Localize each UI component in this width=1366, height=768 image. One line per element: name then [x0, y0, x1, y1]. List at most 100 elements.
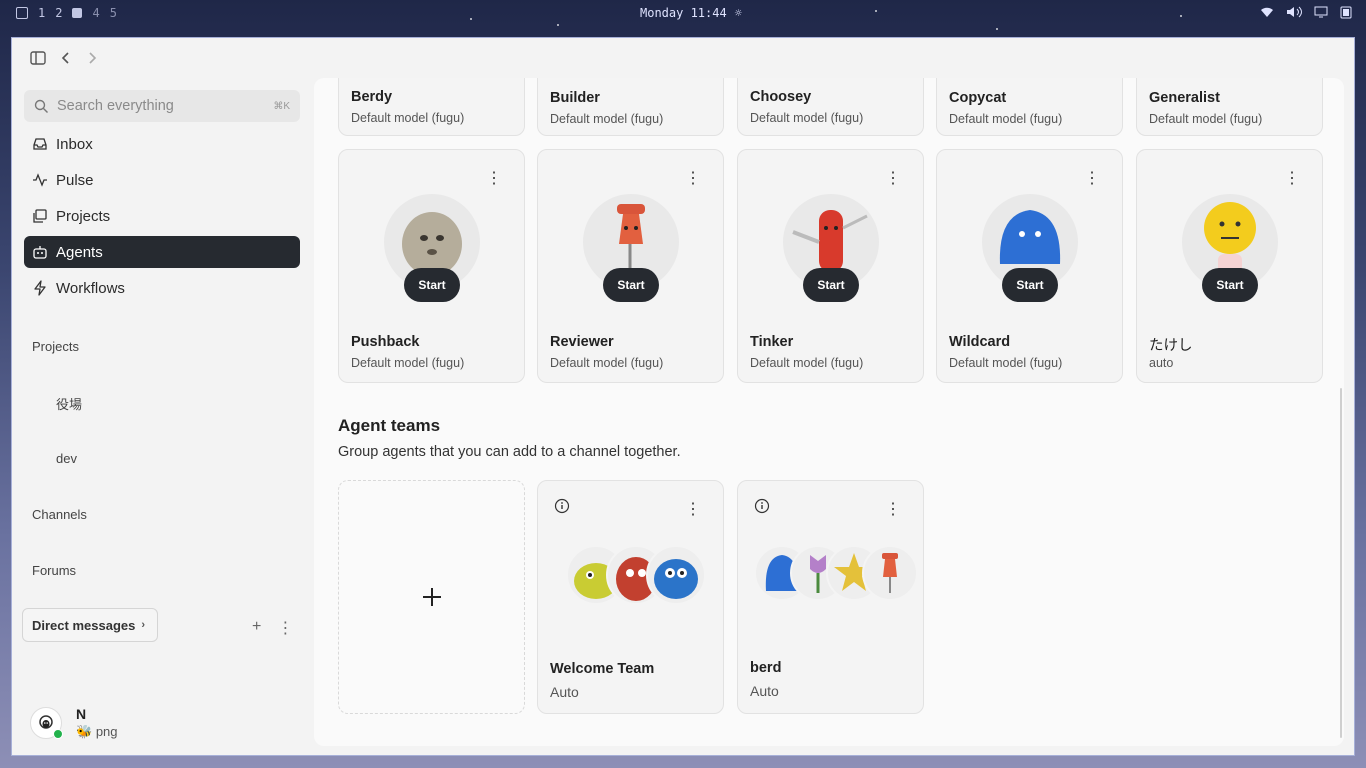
agent-name: Pushback	[351, 334, 420, 350]
workspace-2[interactable]: 2	[55, 6, 62, 20]
start-button[interactable]: Start	[803, 268, 859, 302]
more-vertical-icon[interactable]: ⋮	[277, 618, 293, 638]
agent-card-wildcard[interactable]: ⋮ Start Wildcard Default model (fugu)	[936, 149, 1123, 383]
more-vertical-icon[interactable]: ⋮	[1284, 168, 1300, 188]
agent-name: Reviewer	[550, 334, 614, 350]
agent-card-tinker[interactable]: ⋮ Start Tinker Default model (fugu)	[737, 149, 924, 383]
agent-card-builder[interactable]: Builder Default model (fugu)	[537, 78, 724, 136]
pulse-icon	[33, 173, 47, 187]
system-top-bar: 1 2 4 5 Monday 11:44 ☼	[0, 0, 1366, 26]
agent-name: Generalist	[1149, 90, 1220, 106]
workspace-1[interactable]: 1	[38, 6, 45, 20]
section-channels[interactable]: Channels	[32, 507, 87, 522]
agent-card-generalist[interactable]: Generalist Default model (fugu)	[1136, 78, 1323, 136]
workspace-5[interactable]: 5	[110, 6, 117, 20]
agent-card-copycat[interactable]: Copycat Default model (fugu)	[936, 78, 1123, 136]
plus-icon[interactable]: +	[252, 618, 261, 638]
app-window: Search everything ⌘K Inbox Pulse Project…	[11, 37, 1355, 756]
direct-messages-button[interactable]: Direct messages ›	[22, 608, 159, 642]
nav-agents-label: Agents	[56, 243, 103, 261]
back-icon[interactable]	[60, 51, 72, 65]
section-forums[interactable]: Forums	[32, 563, 76, 578]
start-button[interactable]: Start	[1202, 268, 1258, 302]
agent-card-berdy[interactable]: Berdy Default model (fugu)	[338, 78, 525, 136]
agent-card-pushback[interactable]: ⋮ Start Pushback Default model (fugu)	[338, 149, 525, 383]
agent-model: Default model (fugu)	[750, 111, 864, 125]
agent-name: Berdy	[351, 89, 393, 105]
pushpin-figure-icon	[882, 553, 898, 593]
agents-main-panel: Berdy Default model (fugu) Builder Defau…	[314, 78, 1344, 746]
agent-name: たけし	[1149, 338, 1193, 354]
user-status: 🐝 png	[76, 724, 118, 740]
more-vertical-icon[interactable]: ⋮	[486, 168, 502, 188]
more-vertical-icon[interactable]: ⋮	[1084, 168, 1100, 188]
bot-icon	[33, 246, 47, 259]
dm-actions: + ⋮	[252, 618, 293, 638]
start-button[interactable]: Start	[603, 268, 659, 302]
nav-inbox-label: Inbox	[56, 135, 93, 153]
more-vertical-icon[interactable]: ⋮	[685, 499, 701, 519]
clock-text: Monday 11:44	[640, 6, 727, 20]
more-vertical-icon[interactable]: ⋮	[885, 499, 901, 519]
start-button[interactable]: Start	[1002, 268, 1058, 302]
agent-model: Default model (fugu)	[550, 112, 664, 126]
scrollbar[interactable]	[1340, 388, 1342, 738]
agent-model: auto	[1149, 356, 1174, 370]
team-model: Auto	[550, 684, 579, 700]
search-shortcut: ⌘K	[273, 100, 290, 112]
user-status-text: png	[95, 724, 118, 739]
add-team-card[interactable]	[338, 480, 525, 714]
agent-name: Tinker	[750, 334, 794, 350]
search-input[interactable]: Search everything ⌘K	[24, 90, 300, 122]
agent-name: Builder	[550, 90, 600, 106]
main-nav: Inbox Pulse Projects Agents Workflows	[24, 128, 300, 308]
forward-icon[interactable]	[86, 51, 98, 65]
nav-pulse[interactable]: Pulse	[24, 164, 300, 196]
bee-icon: 🐝	[76, 724, 93, 739]
layout-icon[interactable]	[16, 7, 28, 19]
team-card-welcome[interactable]: ⋮ Welcome Team Auto	[537, 480, 724, 714]
avatar	[30, 707, 63, 739]
workspace-4[interactable]: 4	[92, 6, 99, 20]
display-icon[interactable]	[1314, 6, 1328, 18]
user-profile[interactable]: N 🐝 png	[30, 706, 118, 740]
nav-projects[interactable]: Projects	[24, 200, 300, 232]
more-vertical-icon[interactable]: ⋮	[885, 168, 901, 188]
project-item-dev[interactable]: dev	[56, 451, 77, 466]
info-icon[interactable]	[554, 498, 570, 514]
start-button[interactable]: Start	[404, 268, 460, 302]
agent-model: Default model (fugu)	[949, 356, 1063, 370]
wifi-icon[interactable]	[1260, 6, 1274, 18]
agent-name: Wildcard	[949, 334, 1011, 350]
blue-creature-icon	[654, 559, 698, 599]
online-status-dot	[53, 729, 63, 739]
team-model: Auto	[750, 683, 779, 699]
agent-name: Choosey	[750, 89, 812, 105]
agent-card-choosey[interactable]: Choosey Default model (fugu)	[737, 78, 924, 136]
clock[interactable]: Monday 11:44 ☼	[640, 6, 742, 20]
projects-icon	[33, 209, 47, 223]
agent-model: Default model (fugu)	[351, 356, 465, 370]
agent-card-reviewer[interactable]: ⋮ Start Reviewer Default model (fugu)	[537, 149, 724, 383]
sidebar-toggle-icon[interactable]	[30, 50, 46, 66]
team-member-avatar	[862, 545, 918, 601]
nav-workflows-label: Workflows	[56, 279, 125, 297]
team-avatars	[566, 545, 706, 605]
section-projects[interactable]: Projects	[32, 339, 79, 354]
nav-agents[interactable]: Agents	[24, 236, 300, 268]
nav-pulse-label: Pulse	[56, 171, 94, 189]
inbox-icon	[33, 138, 47, 150]
team-card-berd[interactable]: ⋮ berd Auto	[737, 480, 924, 714]
nav-inbox[interactable]: Inbox	[24, 128, 300, 160]
battery-icon[interactable]	[1340, 5, 1352, 19]
agent-card-takeshi[interactable]: ⋮ Start たけし auto	[1136, 149, 1323, 383]
workspace-active[interactable]	[72, 8, 83, 18]
more-vertical-icon[interactable]: ⋮	[685, 168, 701, 188]
project-item-yakuba[interactable]: 役場	[56, 394, 82, 413]
info-icon[interactable]	[754, 498, 770, 514]
nav-projects-label: Projects	[56, 207, 111, 225]
bolt-icon	[34, 280, 46, 296]
nav-workflows[interactable]: Workflows	[24, 272, 300, 304]
volume-icon[interactable]	[1286, 6, 1302, 18]
sheep-avatar-icon	[39, 715, 53, 729]
